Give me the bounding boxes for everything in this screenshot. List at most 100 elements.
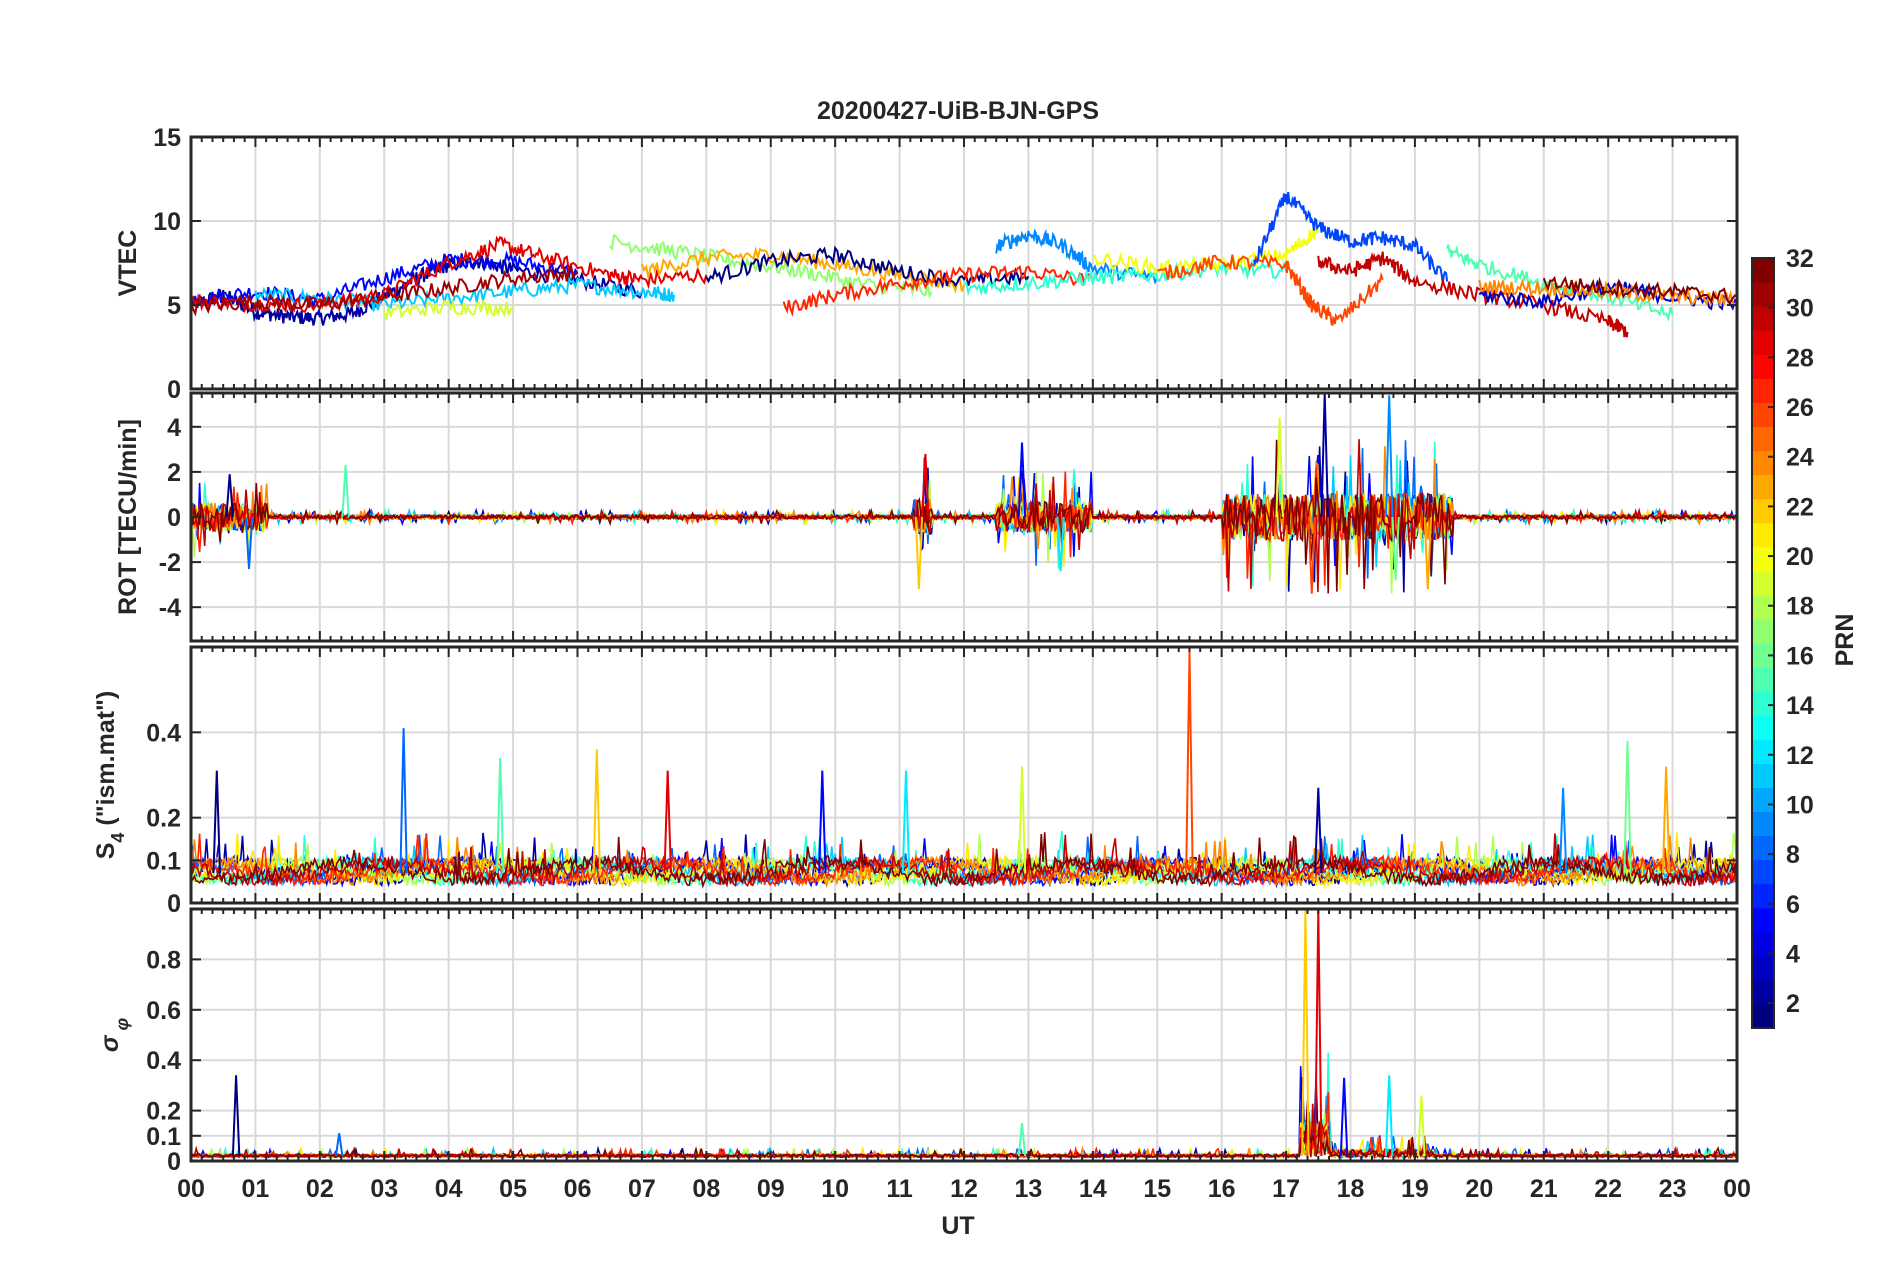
colorbar-segment (1752, 378, 1774, 403)
colorbar-segment (1752, 570, 1774, 596)
colorbar-segment (1752, 426, 1774, 452)
colorbar-segment (1752, 715, 1774, 740)
colorbar-tick-label: 4 (1786, 940, 1800, 968)
s4-peak (663, 770, 672, 874)
colorbar-segment (1752, 282, 1774, 307)
colorbar-segment (1752, 859, 1774, 885)
y-tick-label: -4 (159, 594, 181, 622)
colorbar-segment (1752, 594, 1774, 620)
sigma_phi-peak (1384, 1075, 1394, 1157)
y-axis-label: VTEC (114, 230, 142, 297)
colorbar-tick-label: 30 (1786, 295, 1814, 323)
panel-sigma_phi: 00.10.2 0.4 0.6 0.8 σ φ 00 01 02 03 04 05 06 07 08 09 1… (96, 907, 1751, 1203)
colorbar-segment (1752, 258, 1774, 283)
colorbar-tick-label: 6 (1786, 891, 1800, 919)
x-tick-label: 05 (499, 1175, 527, 1203)
colorbar-segment (1752, 1003, 1774, 1029)
x-tick-label: 11 (886, 1175, 913, 1203)
s4-peak (1185, 651, 1194, 874)
x-tick-label: 02 (306, 1175, 334, 1203)
colorbar-segment (1752, 498, 1774, 524)
colorbar-segment (1752, 546, 1774, 572)
x-tick-label: 15 (1143, 1175, 1171, 1203)
sigma_phi-peak (1417, 1095, 1426, 1157)
colorbar-segment (1752, 787, 1774, 813)
x-tick-label: 16 (1208, 1175, 1236, 1203)
s4-peak (592, 749, 601, 874)
x-tick-label: 18 (1337, 1175, 1365, 1203)
x-tick-label: 12 (950, 1175, 978, 1203)
y-tick-label: 0.4 (146, 1047, 181, 1075)
colorbar-label: PRN (1831, 614, 1859, 667)
x-axis-label: UT (941, 1212, 974, 1240)
s4-peak (399, 728, 408, 874)
y-tick-label: 0 (167, 890, 181, 918)
y-axis-label: ROT [TECU/min] (114, 419, 142, 615)
y-axis-label: S4 ("ism.mat") (92, 691, 128, 860)
panel-vtec: 0 5 10 15 VTEC (114, 124, 1739, 404)
y-tick-label: 15 (153, 124, 181, 152)
colorbar-tick-label: 20 (1786, 543, 1814, 571)
y-tick-label: 0.4 (146, 719, 181, 747)
colorbar-segment (1752, 667, 1774, 692)
x-tick-label: 22 (1594, 1175, 1622, 1203)
colorbar-segment (1752, 306, 1774, 331)
colorbar-segment (1752, 835, 1774, 861)
colorbar-tick-label: 16 (1786, 642, 1814, 670)
colorbar-segment (1752, 691, 1774, 716)
y-tick-label: 2 (167, 459, 181, 487)
vtec-series-line (1446, 244, 1674, 323)
x-tick-label: 23 (1659, 1175, 1687, 1203)
y-tick-label: 0 (167, 1148, 181, 1176)
y-tick-label: 0.1 (146, 847, 181, 875)
colorbar-tick-label: 10 (1786, 791, 1814, 819)
colorbar-tick-label: 12 (1786, 742, 1814, 770)
x-tick-label: 03 (370, 1175, 398, 1203)
s4-peak (1017, 766, 1027, 874)
x-tick-label: 00 (1723, 1175, 1751, 1203)
colorbar-segment (1752, 618, 1774, 644)
colorbar-tick-label: 2 (1786, 990, 1800, 1018)
sigma_phi-peak (1301, 909, 1310, 1157)
colorbar-segment (1752, 450, 1774, 476)
colorbar-tick-label: 24 (1786, 444, 1814, 472)
panels-group: 051015VTEC-4-2024ROT [TECU/min]00.10.20.… (92, 124, 1751, 1203)
colorbar-segment (1752, 474, 1774, 500)
x-tick-label: 17 (1272, 1175, 1300, 1203)
s4-peak (496, 757, 505, 874)
x-tick-label: 19 (1401, 1175, 1429, 1203)
sigma_phi-peak (231, 1075, 241, 1157)
colorbar-tick-label: 18 (1786, 593, 1814, 621)
x-tick-label: 04 (435, 1175, 463, 1203)
y-tick-label: 10 (153, 208, 181, 236)
colorbar-tick-label: 28 (1786, 344, 1814, 372)
y-tick-label: 0.2 (146, 1098, 181, 1126)
rot-peak (1320, 393, 1329, 518)
x-tick-label: 13 (1015, 1175, 1043, 1203)
x-tick-label: 20 (1465, 1175, 1493, 1203)
colorbar-segment (1752, 979, 1774, 1005)
x-tick-label: 06 (564, 1175, 592, 1203)
y-tick-label: 5 (167, 292, 181, 320)
panel-s4: 0 0.1 0.2 0.4 S4 ("ism.mat") (92, 645, 1739, 918)
x-tick-label: 14 (1079, 1175, 1107, 1203)
x-tick-label: 08 (692, 1175, 720, 1203)
y-tick-label: 0.1 (146, 1123, 181, 1151)
panel-rot: -4 -2 0 2 4 ROT [TECU/min] (114, 391, 1739, 643)
colorbar-segment (1752, 330, 1774, 355)
sigma_phi-peak (1339, 1077, 1349, 1157)
figure-title: 20200427-UiB-BJN-GPS (817, 97, 1099, 125)
y-axis-label: σ φ (96, 1018, 132, 1053)
y-tick-label: 0.8 (146, 946, 181, 974)
y-tick-label: 0 (167, 376, 181, 404)
y-tick-label: -2 (159, 549, 181, 577)
x-tick-label: 00 (177, 1175, 205, 1203)
colorbar-segment (1752, 522, 1774, 548)
x-tick-label: 21 (1530, 1175, 1558, 1203)
x-tick-label: 10 (821, 1175, 849, 1203)
y-tick-label: 4 (167, 414, 181, 442)
y-tick-label: 0.2 (146, 805, 181, 833)
colorbar-tick-label: 22 (1786, 493, 1814, 521)
colorbar-tick-label: 26 (1786, 394, 1814, 422)
colorbar-segment (1752, 811, 1774, 837)
